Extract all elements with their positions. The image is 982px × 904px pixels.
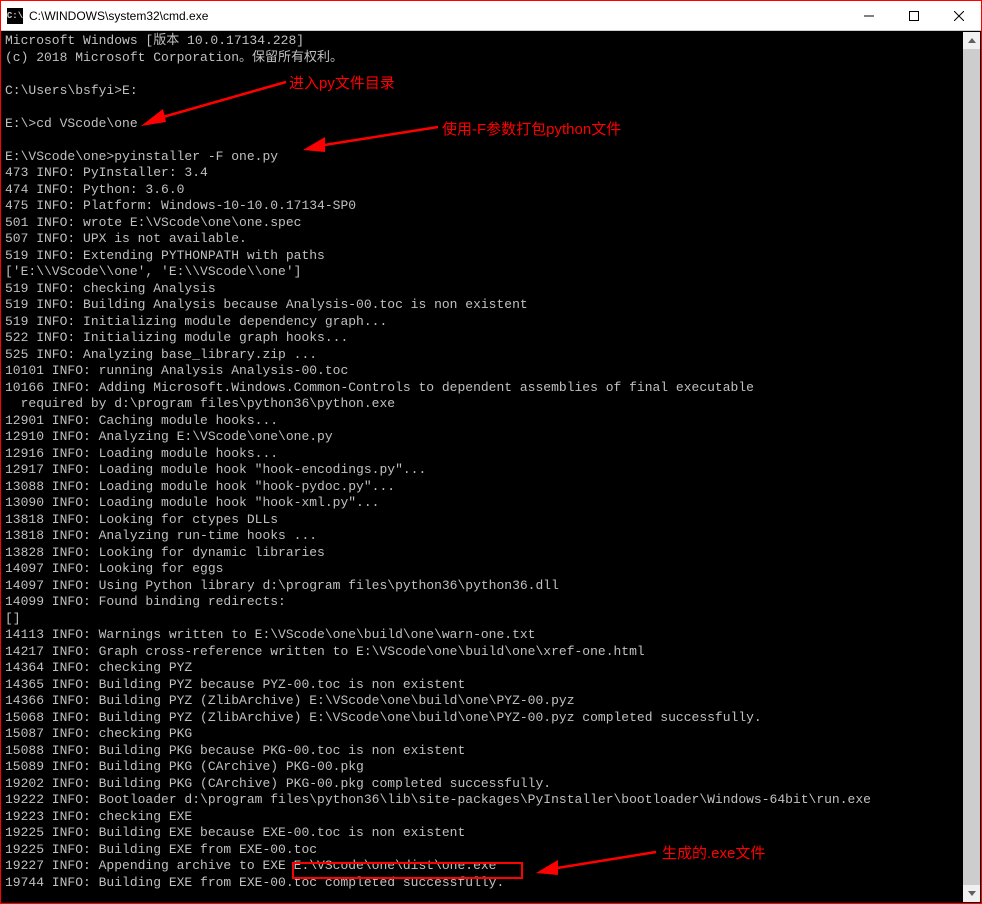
minimize-button[interactable] (846, 1, 891, 30)
titlebar[interactable]: C:\ C:\WINDOWS\system32\cmd.exe (1, 1, 981, 31)
vertical-scrollbar[interactable] (963, 32, 980, 902)
scroll-up-button[interactable] (963, 32, 980, 49)
console-output[interactable]: Microsoft Windows [版本 10.0.17134.228] (c… (1, 31, 981, 903)
scroll-thumb[interactable] (963, 49, 980, 885)
maximize-button[interactable] (891, 1, 936, 30)
window-controls (846, 1, 981, 30)
cmd-icon: C:\ (7, 8, 23, 24)
window-title: C:\WINDOWS\system32\cmd.exe (29, 9, 846, 23)
close-button[interactable] (936, 1, 981, 30)
scroll-down-button[interactable] (963, 885, 980, 902)
